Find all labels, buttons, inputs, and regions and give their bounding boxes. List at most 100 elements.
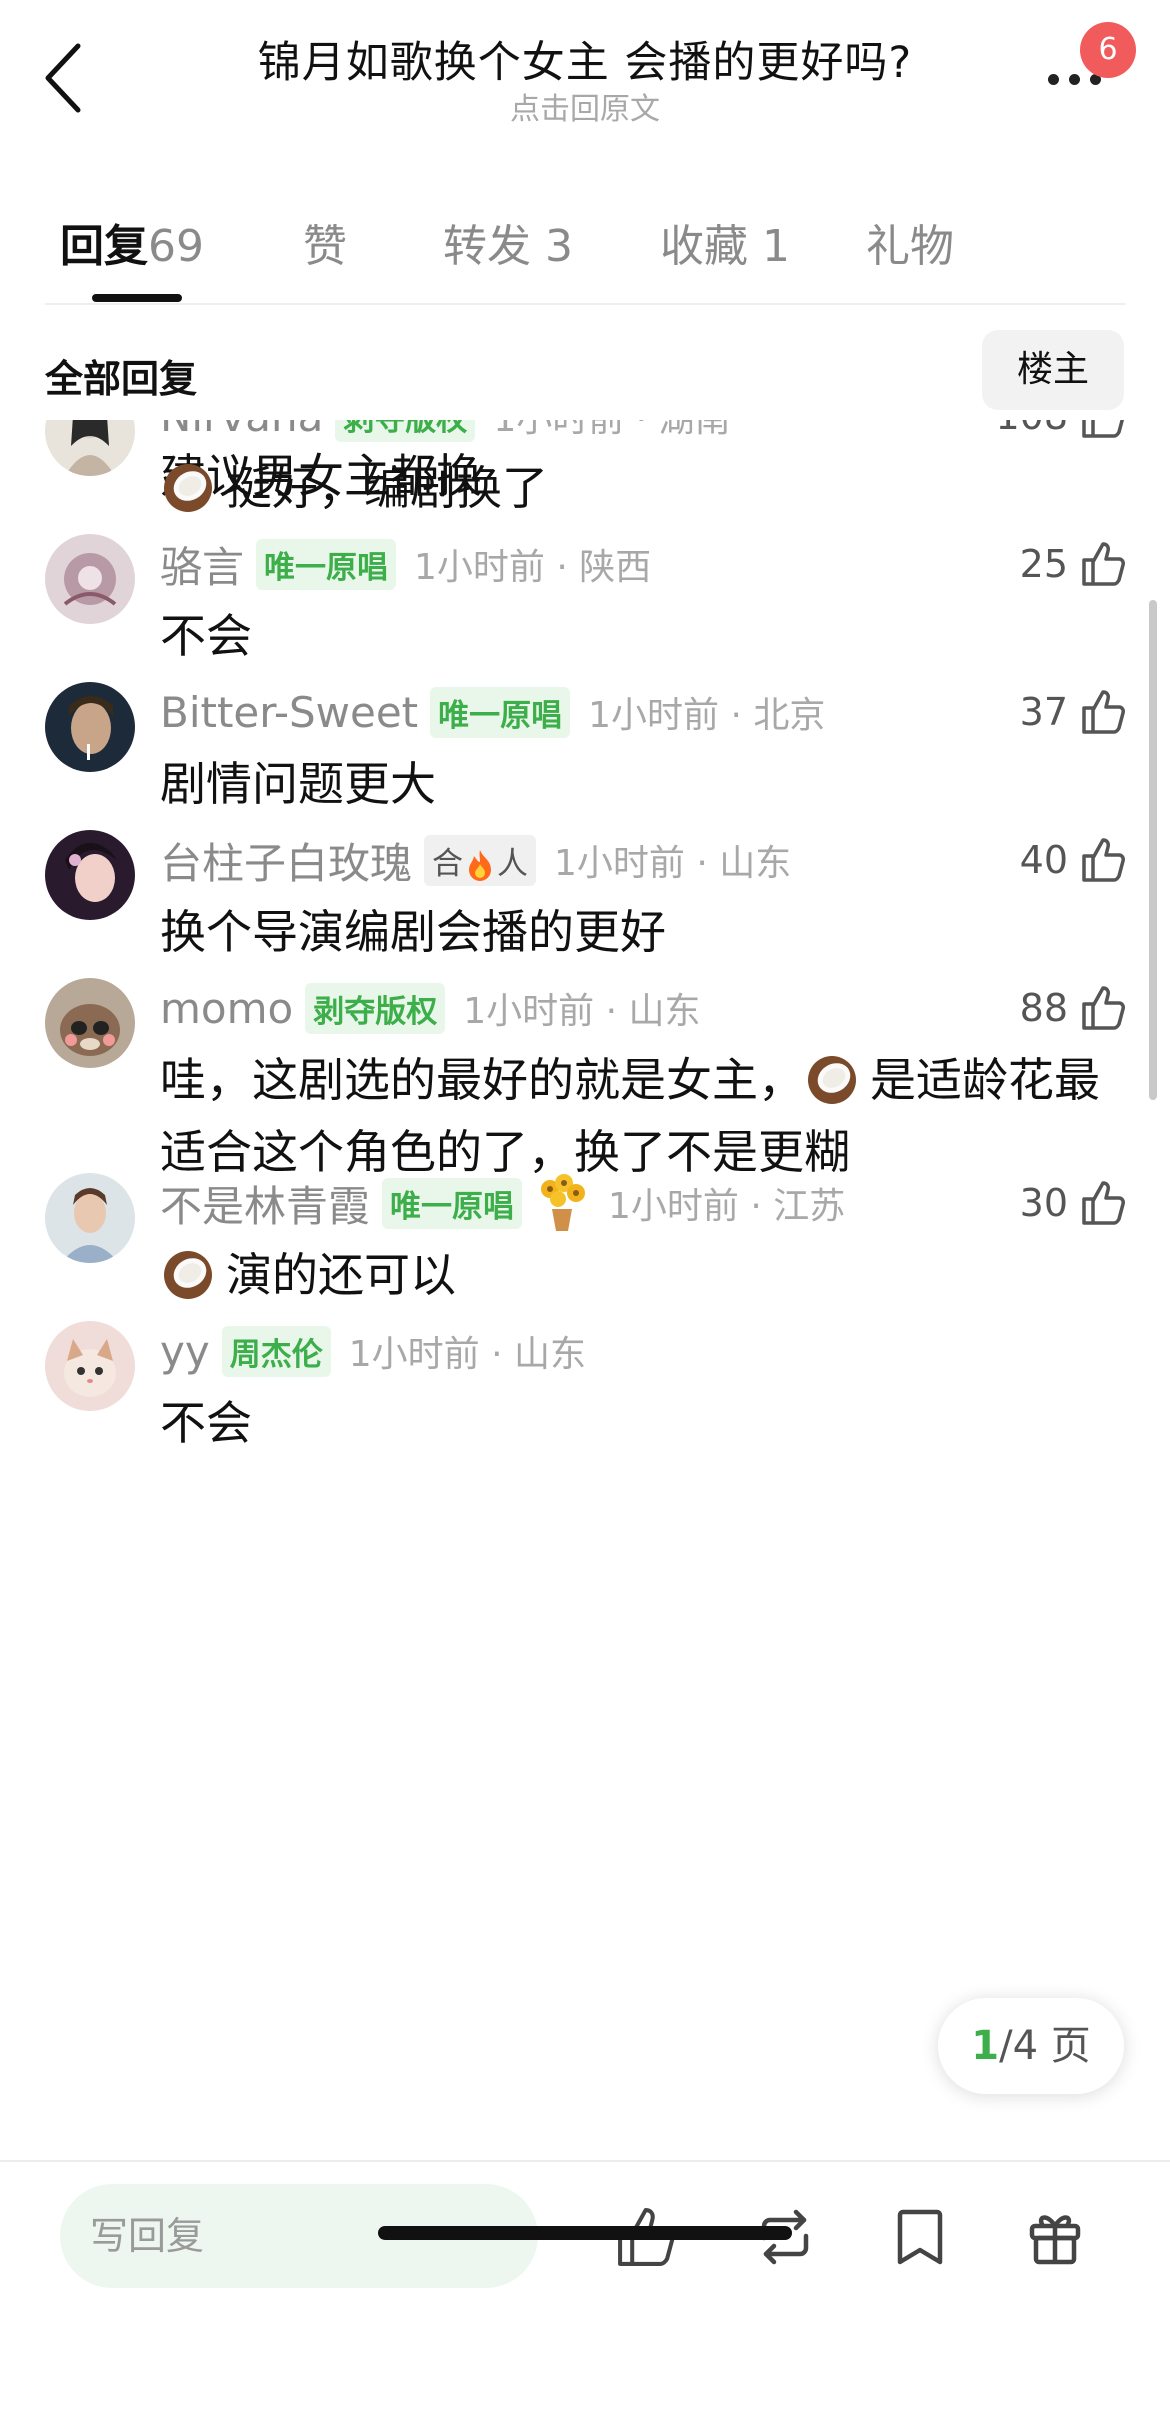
- username[interactable]: Nirvana: [160, 420, 323, 441]
- thumbs-up-icon: [1082, 838, 1125, 882]
- like-button[interactable]: 40: [980, 830, 1130, 890]
- username[interactable]: 台柱子白玫瑰: [160, 830, 412, 891]
- thumbs-up-icon: [1082, 986, 1125, 1030]
- coconut-icon: [164, 464, 212, 512]
- tab-label: 回复: [60, 221, 148, 272]
- timestamp: 1小时前: [348, 1334, 480, 1375]
- all-replies-label[interactable]: 全部回复: [45, 348, 197, 403]
- tab-label: 收藏: [660, 221, 748, 272]
- like-count: 25: [1019, 542, 1068, 586]
- like-count: 30: [1019, 1181, 1068, 1225]
- tab-gifts[interactable]: 礼物: [866, 210, 954, 274]
- like-button[interactable]: 88: [980, 978, 1130, 1038]
- comment-body: 挺好，编剧换了: [160, 452, 1120, 524]
- username[interactable]: 不是林青霞: [160, 1173, 370, 1234]
- more-icon: [1048, 74, 1101, 85]
- avatar[interactable]: [45, 830, 135, 920]
- location: 北京: [753, 695, 826, 736]
- badge-text: 人: [497, 845, 529, 882]
- location: 山东: [513, 1334, 586, 1375]
- comment-header: 骆言 唯一原唱 1小时前 · 陕西: [160, 534, 651, 594]
- avatar[interactable]: [45, 1173, 135, 1263]
- like-button[interactable]: 25: [980, 534, 1130, 594]
- bookmark-icon: [897, 2209, 943, 2265]
- gift-icon: [1029, 2215, 1081, 2265]
- location: 湖南: [659, 420, 731, 440]
- scrollbar[interactable]: [1149, 600, 1157, 1100]
- comment-meta: 1小时前 · 山东: [463, 991, 701, 1032]
- page-indicator[interactable]: 1/4 页: [938, 1998, 1124, 2094]
- timestamp: 1小时前: [414, 547, 545, 588]
- coconut-icon: [808, 1056, 856, 1104]
- timestamp: 1小时前: [588, 695, 720, 736]
- timestamp: 1小时前: [463, 991, 595, 1032]
- tab-reposts[interactable]: 转发 3: [443, 210, 573, 274]
- like-button[interactable]: 30: [980, 1173, 1130, 1233]
- comment-header: Bitter-Sweet 唯一原唱 1小时前 · 北京: [160, 682, 825, 742]
- sunflower-vase-icon: [541, 1174, 586, 1231]
- username[interactable]: yy: [160, 1327, 210, 1376]
- comment-text: 演的还可以: [226, 1248, 456, 1302]
- active-tab-indicator: [92, 294, 182, 302]
- comment-header: momo 剥夺版权 1小时前 · 山东: [160, 978, 700, 1038]
- username[interactable]: Bitter-Sweet: [160, 688, 418, 737]
- tab-count: 1: [762, 221, 790, 272]
- owner-only-button[interactable]: 楼主: [982, 330, 1124, 410]
- location: 江苏: [773, 1186, 846, 1227]
- like-count: 37: [1019, 690, 1068, 734]
- gift-button[interactable]: [1020, 2202, 1090, 2272]
- username[interactable]: momo: [160, 984, 293, 1033]
- thumbs-up-icon: [1082, 1181, 1125, 1225]
- top-bar: 锦月如歌换个女主 会播的更好吗? 点击回原文 6: [0, 0, 1170, 140]
- timestamp: 1小时前: [493, 420, 624, 440]
- avatar[interactable]: [45, 1321, 135, 1411]
- home-indicator: [378, 2226, 792, 2240]
- comment-text: 不会: [160, 609, 252, 663]
- avatar[interactable]: [45, 682, 135, 772]
- tab-replies[interactable]: 回复69: [60, 210, 204, 274]
- comment-text: 剧情问题更大: [160, 757, 436, 811]
- comment-text: 不会: [160, 1396, 252, 1450]
- fire-icon: [469, 850, 492, 881]
- bookmark-button[interactable]: [885, 2202, 955, 2272]
- back-to-original-link[interactable]: 点击回原文: [180, 84, 990, 128]
- comment-body: 演的还可以: [160, 1239, 1120, 1311]
- tab-favorites[interactable]: 收藏 1: [660, 210, 790, 274]
- fan-badge[interactable]: 剥夺版权: [335, 420, 476, 442]
- bottom-action-bar: [0, 2160, 1170, 2410]
- post-title[interactable]: 锦月如歌换个女主 会播的更好吗?: [180, 28, 990, 90]
- fan-badge[interactable]: 唯一原唱: [430, 686, 571, 738]
- comment-header: Nirvana 剥夺版权 1小时前 · 湖南: [160, 420, 731, 446]
- thumbs-up-icon: [1082, 420, 1125, 438]
- chevron-left-icon: [45, 43, 81, 113]
- thumbs-up-icon: [1082, 690, 1125, 734]
- page-unit: 页: [1050, 2023, 1091, 2069]
- back-button[interactable]: [40, 38, 90, 118]
- username[interactable]: 骆言: [160, 534, 244, 595]
- badge-text: 合: [432, 845, 464, 882]
- timestamp: 1小时前: [554, 843, 685, 884]
- location: 山东: [628, 991, 701, 1032]
- like-count: 108: [995, 420, 1068, 438]
- avatar[interactable]: [45, 978, 135, 1068]
- comment-text: 挺好，编剧换了: [226, 461, 548, 515]
- comment-body: 哇，这剧选的最好的就是女主， 是适龄花最适合这个角色的了，换了不是更糊: [160, 1044, 1120, 1188]
- fan-badge[interactable]: 唯一原唱: [256, 538, 397, 590]
- like-button[interactable]: 37: [980, 682, 1130, 742]
- like-button[interactable]: 108: [980, 420, 1130, 446]
- fan-badge[interactable]: 周杰伦: [221, 1325, 331, 1377]
- comment-meta: 1小时前 · 山东: [348, 1334, 586, 1375]
- like-count: 40: [1019, 838, 1068, 882]
- fan-badge[interactable]: 唯一原唱: [382, 1177, 523, 1229]
- tab-count: 69: [148, 221, 204, 272]
- avatar[interactable]: [45, 420, 135, 476]
- avatar[interactable]: [45, 534, 135, 624]
- fan-badge[interactable]: 剥夺版权: [305, 982, 446, 1034]
- tab-likes[interactable]: 赞: [303, 210, 347, 274]
- comment-meta: 1小时前 · 湖南: [493, 420, 730, 442]
- coconut-icon: [164, 1251, 212, 1299]
- comment-header: 不是林青霞 唯一原唱 1小时前 · 江苏: [160, 1173, 845, 1233]
- tab-count: 3: [545, 221, 573, 272]
- comment-text: 哇，这剧选的最好的就是女主，: [160, 1053, 804, 1107]
- fan-badge[interactable]: 合人: [424, 834, 537, 886]
